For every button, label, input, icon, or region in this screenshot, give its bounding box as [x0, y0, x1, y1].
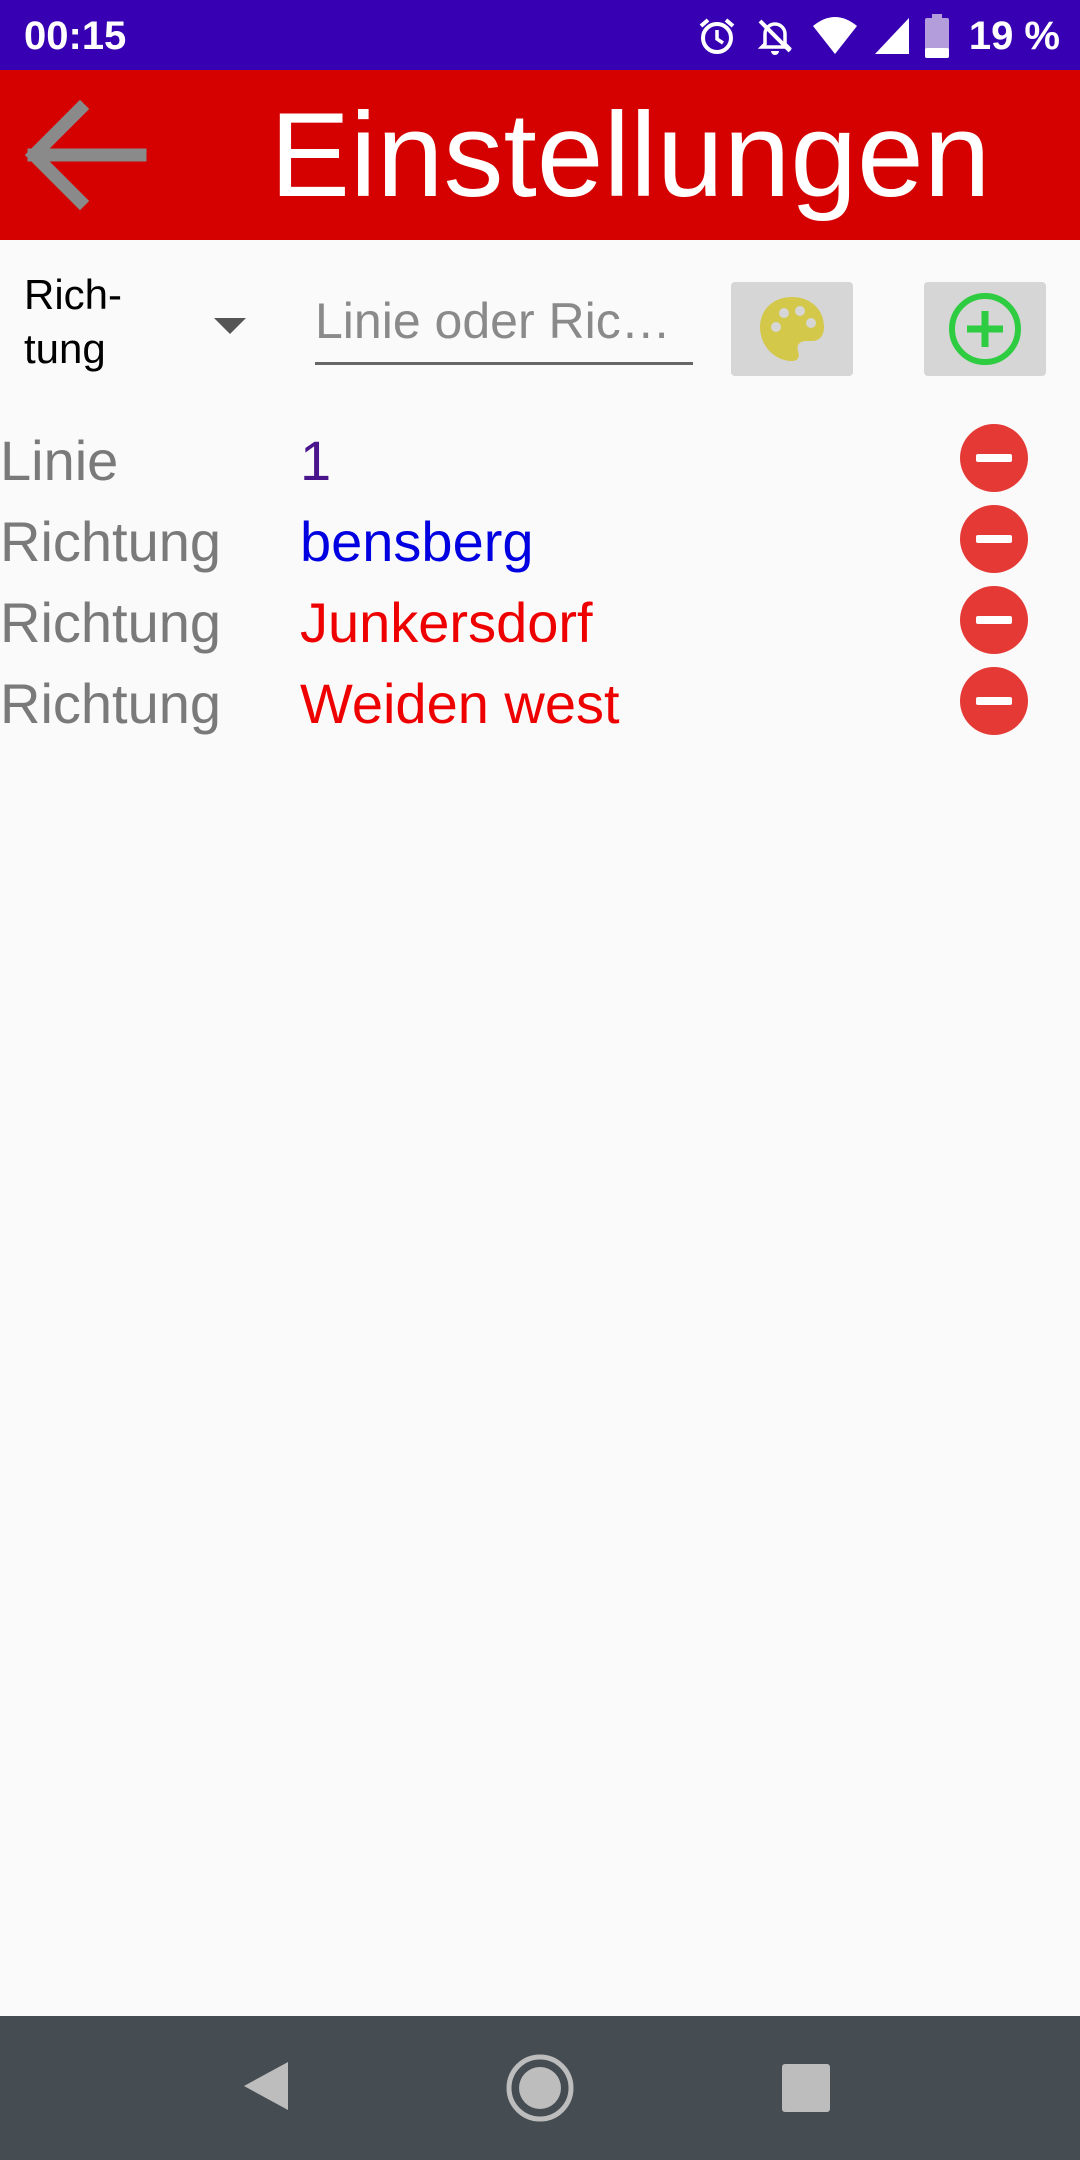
entry-value: bensberg	[300, 510, 534, 573]
status-bar: 00:15 19 %	[0, 0, 1080, 70]
signal-icon	[873, 16, 911, 56]
type-selector[interactable]: Rich- tung	[24, 268, 254, 378]
back-triangle-icon	[244, 2062, 288, 2110]
entry-value: Weiden west	[300, 672, 620, 735]
status-icons: 19 %	[695, 10, 1060, 62]
wifi-icon	[811, 16, 859, 56]
list-item: Linie 1	[0, 420, 1080, 501]
remove-icon[interactable]	[960, 505, 1028, 573]
bell-off-icon	[753, 14, 797, 58]
entry-type: Richtung	[0, 672, 222, 735]
battery-percent: 19 %	[968, 13, 1060, 58]
add-button[interactable]	[924, 282, 1046, 376]
plus-circle-icon	[949, 293, 1021, 365]
filter-list: Linie 1 Richtung bensberg Richtung Junke…	[0, 420, 1080, 744]
nav-home-button[interactable]	[505, 2053, 575, 2128]
recents-square-icon[interactable]	[782, 2064, 830, 2112]
remove-icon[interactable]	[960, 424, 1028, 492]
battery-icon	[924, 14, 949, 58]
navigation-bar	[0, 2016, 1080, 2160]
nav-back-button[interactable]	[240, 2058, 290, 2119]
entry-value: 1	[300, 429, 332, 492]
status-time: 00:15	[24, 14, 127, 58]
list-item: Richtung Weiden west	[0, 663, 1080, 744]
entry-value: Junkersdorf	[300, 591, 593, 654]
list-item: Richtung bensberg	[0, 501, 1080, 582]
home-circle-icon	[506, 2054, 574, 2122]
remove-icon[interactable]	[960, 586, 1028, 654]
search-input[interactable]	[315, 280, 693, 362]
dropdown-arrow-icon	[214, 318, 246, 334]
entry-type: Richtung	[0, 591, 222, 654]
app-bar: Einstellungen	[0, 70, 1080, 240]
type-selector-label: Rich- tung	[24, 271, 123, 372]
entry-type: Linie	[0, 429, 119, 492]
alarm-icon	[695, 14, 739, 58]
back-button[interactable]	[20, 95, 150, 215]
page-title: Einstellungen	[270, 88, 991, 222]
palette-icon	[760, 297, 824, 361]
entry-type: Richtung	[0, 510, 222, 573]
search-field[interactable]	[315, 280, 693, 365]
color-picker-button[interactable]	[731, 282, 853, 376]
arrow-left-icon	[24, 99, 147, 211]
remove-icon[interactable]	[960, 667, 1028, 735]
filter-controls: Rich- tung	[0, 240, 1080, 400]
list-item: Richtung Junkersdorf	[0, 582, 1080, 663]
